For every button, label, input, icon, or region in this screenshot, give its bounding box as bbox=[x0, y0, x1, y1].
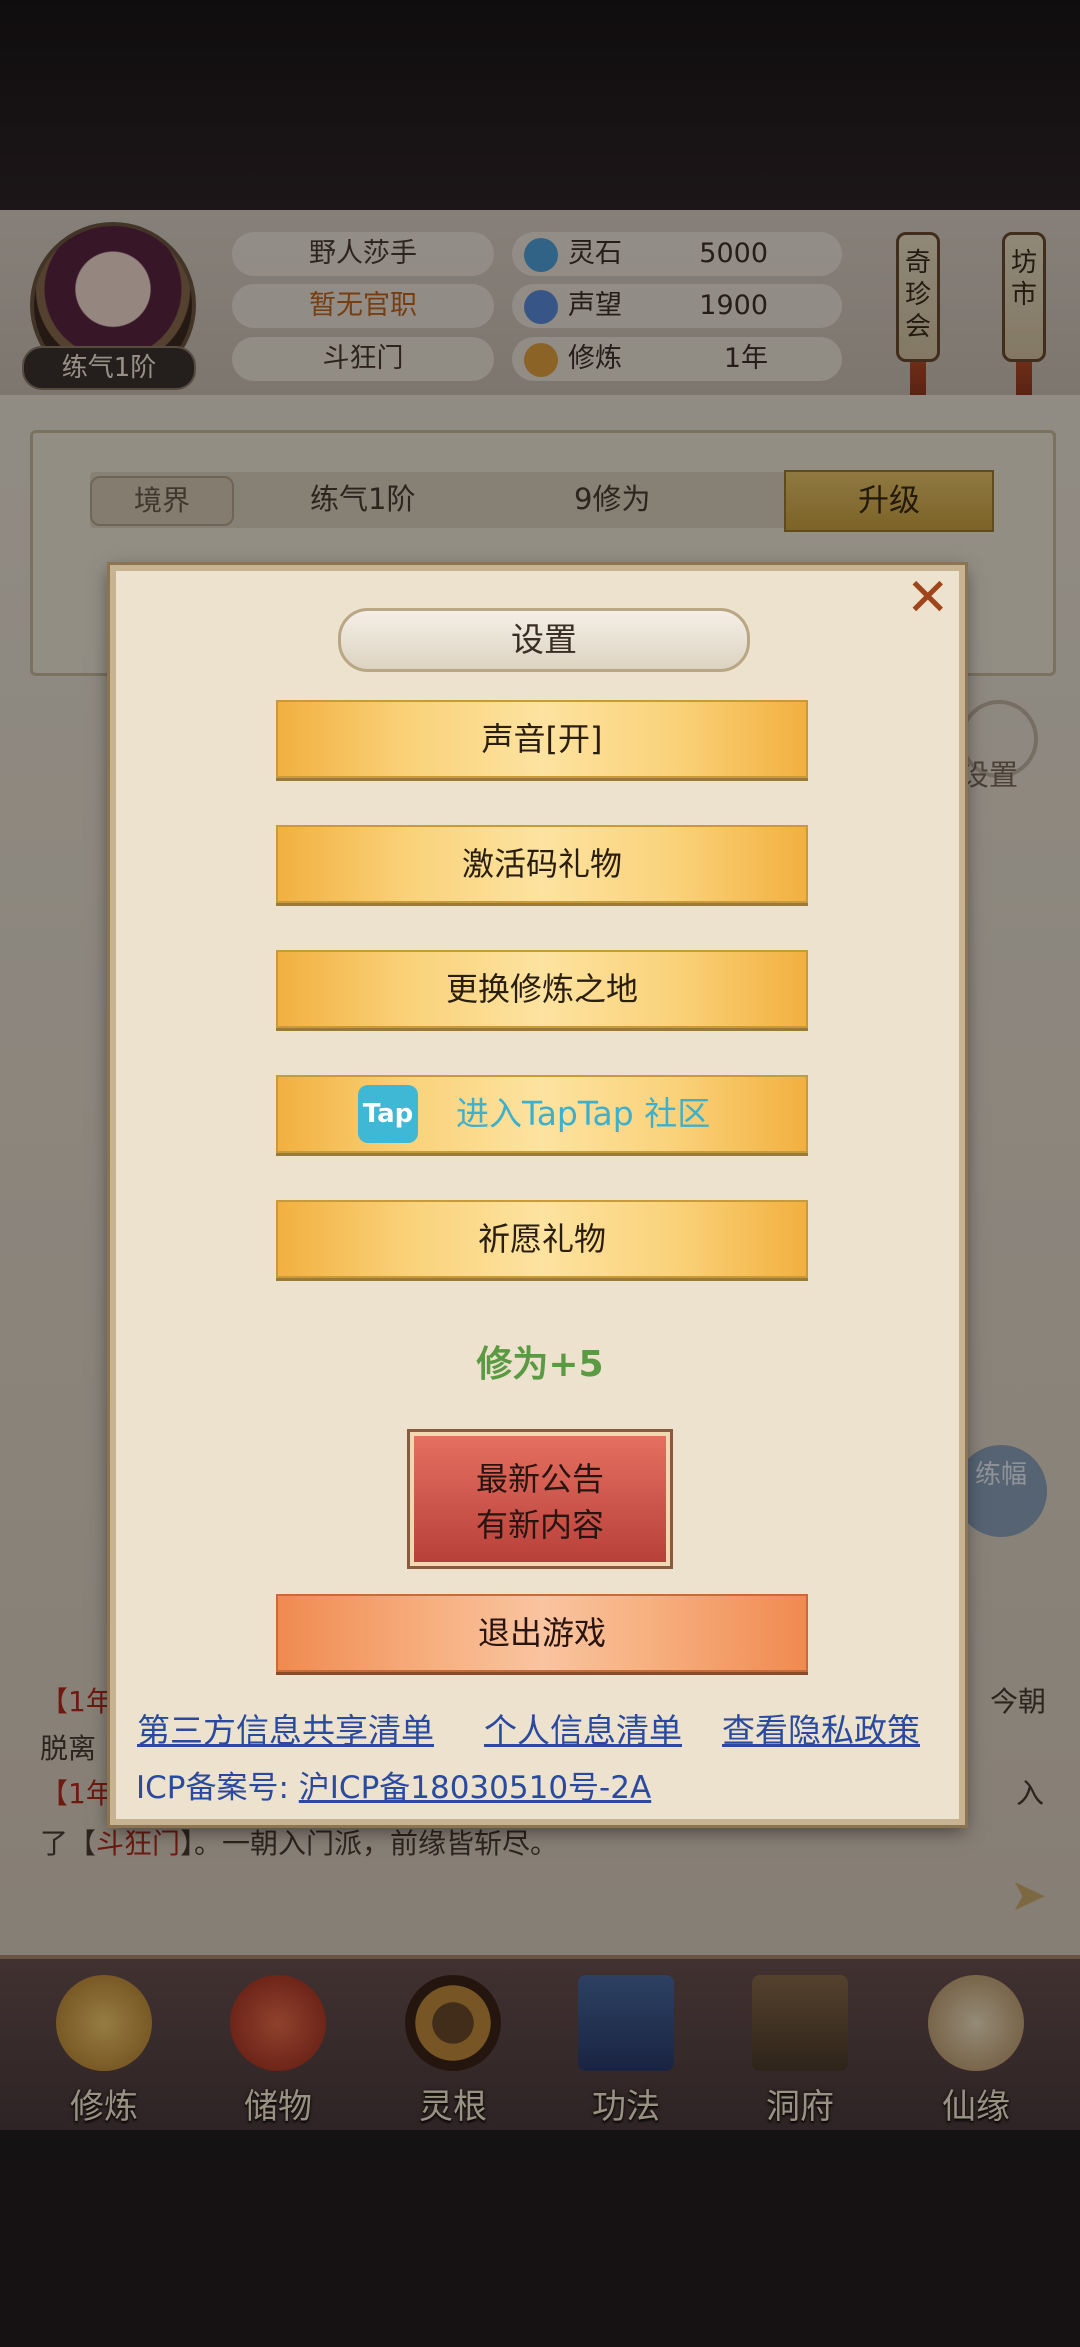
icp-record: ICP备案号: 沪ICP备18030510号-2A bbox=[136, 1762, 651, 1807]
icp-prefix: ICP备案号: bbox=[136, 1770, 299, 1806]
sound-toggle-button[interactable]: 声音[开] bbox=[276, 700, 808, 778]
change-location-button[interactable]: 更换修炼之地 bbox=[276, 950, 808, 1028]
exit-game-button[interactable]: 退出游戏 bbox=[276, 1594, 808, 1672]
taptap-label: 进入TapTap 社区 bbox=[456, 1094, 711, 1133]
notice-line-2: 有新内容 bbox=[475, 1506, 604, 1544]
activation-code-button[interactable]: 激活码礼物 bbox=[276, 825, 808, 903]
privacy-policy-link[interactable]: 查看隐私政策 bbox=[722, 1704, 920, 1752]
personal-info-link[interactable]: 个人信息清单 bbox=[484, 1704, 682, 1752]
wish-gift-button[interactable]: 祈愿礼物 bbox=[276, 1200, 808, 1278]
notice-line-1: 最新公告 bbox=[475, 1460, 604, 1498]
close-icon[interactable]: ✕ bbox=[906, 568, 950, 628]
icp-number-link[interactable]: 沪ICP备18030510号-2A bbox=[299, 1770, 651, 1806]
taptap-logo-icon: Tap bbox=[358, 1085, 418, 1143]
third-party-info-link[interactable]: 第三方信息共享清单 bbox=[137, 1704, 434, 1752]
latest-notice-button[interactable]: 最新公告 有新内容 bbox=[410, 1432, 670, 1566]
dialog-title: 设置 bbox=[338, 608, 750, 672]
reward-text: 修为+5 bbox=[476, 1344, 604, 1385]
